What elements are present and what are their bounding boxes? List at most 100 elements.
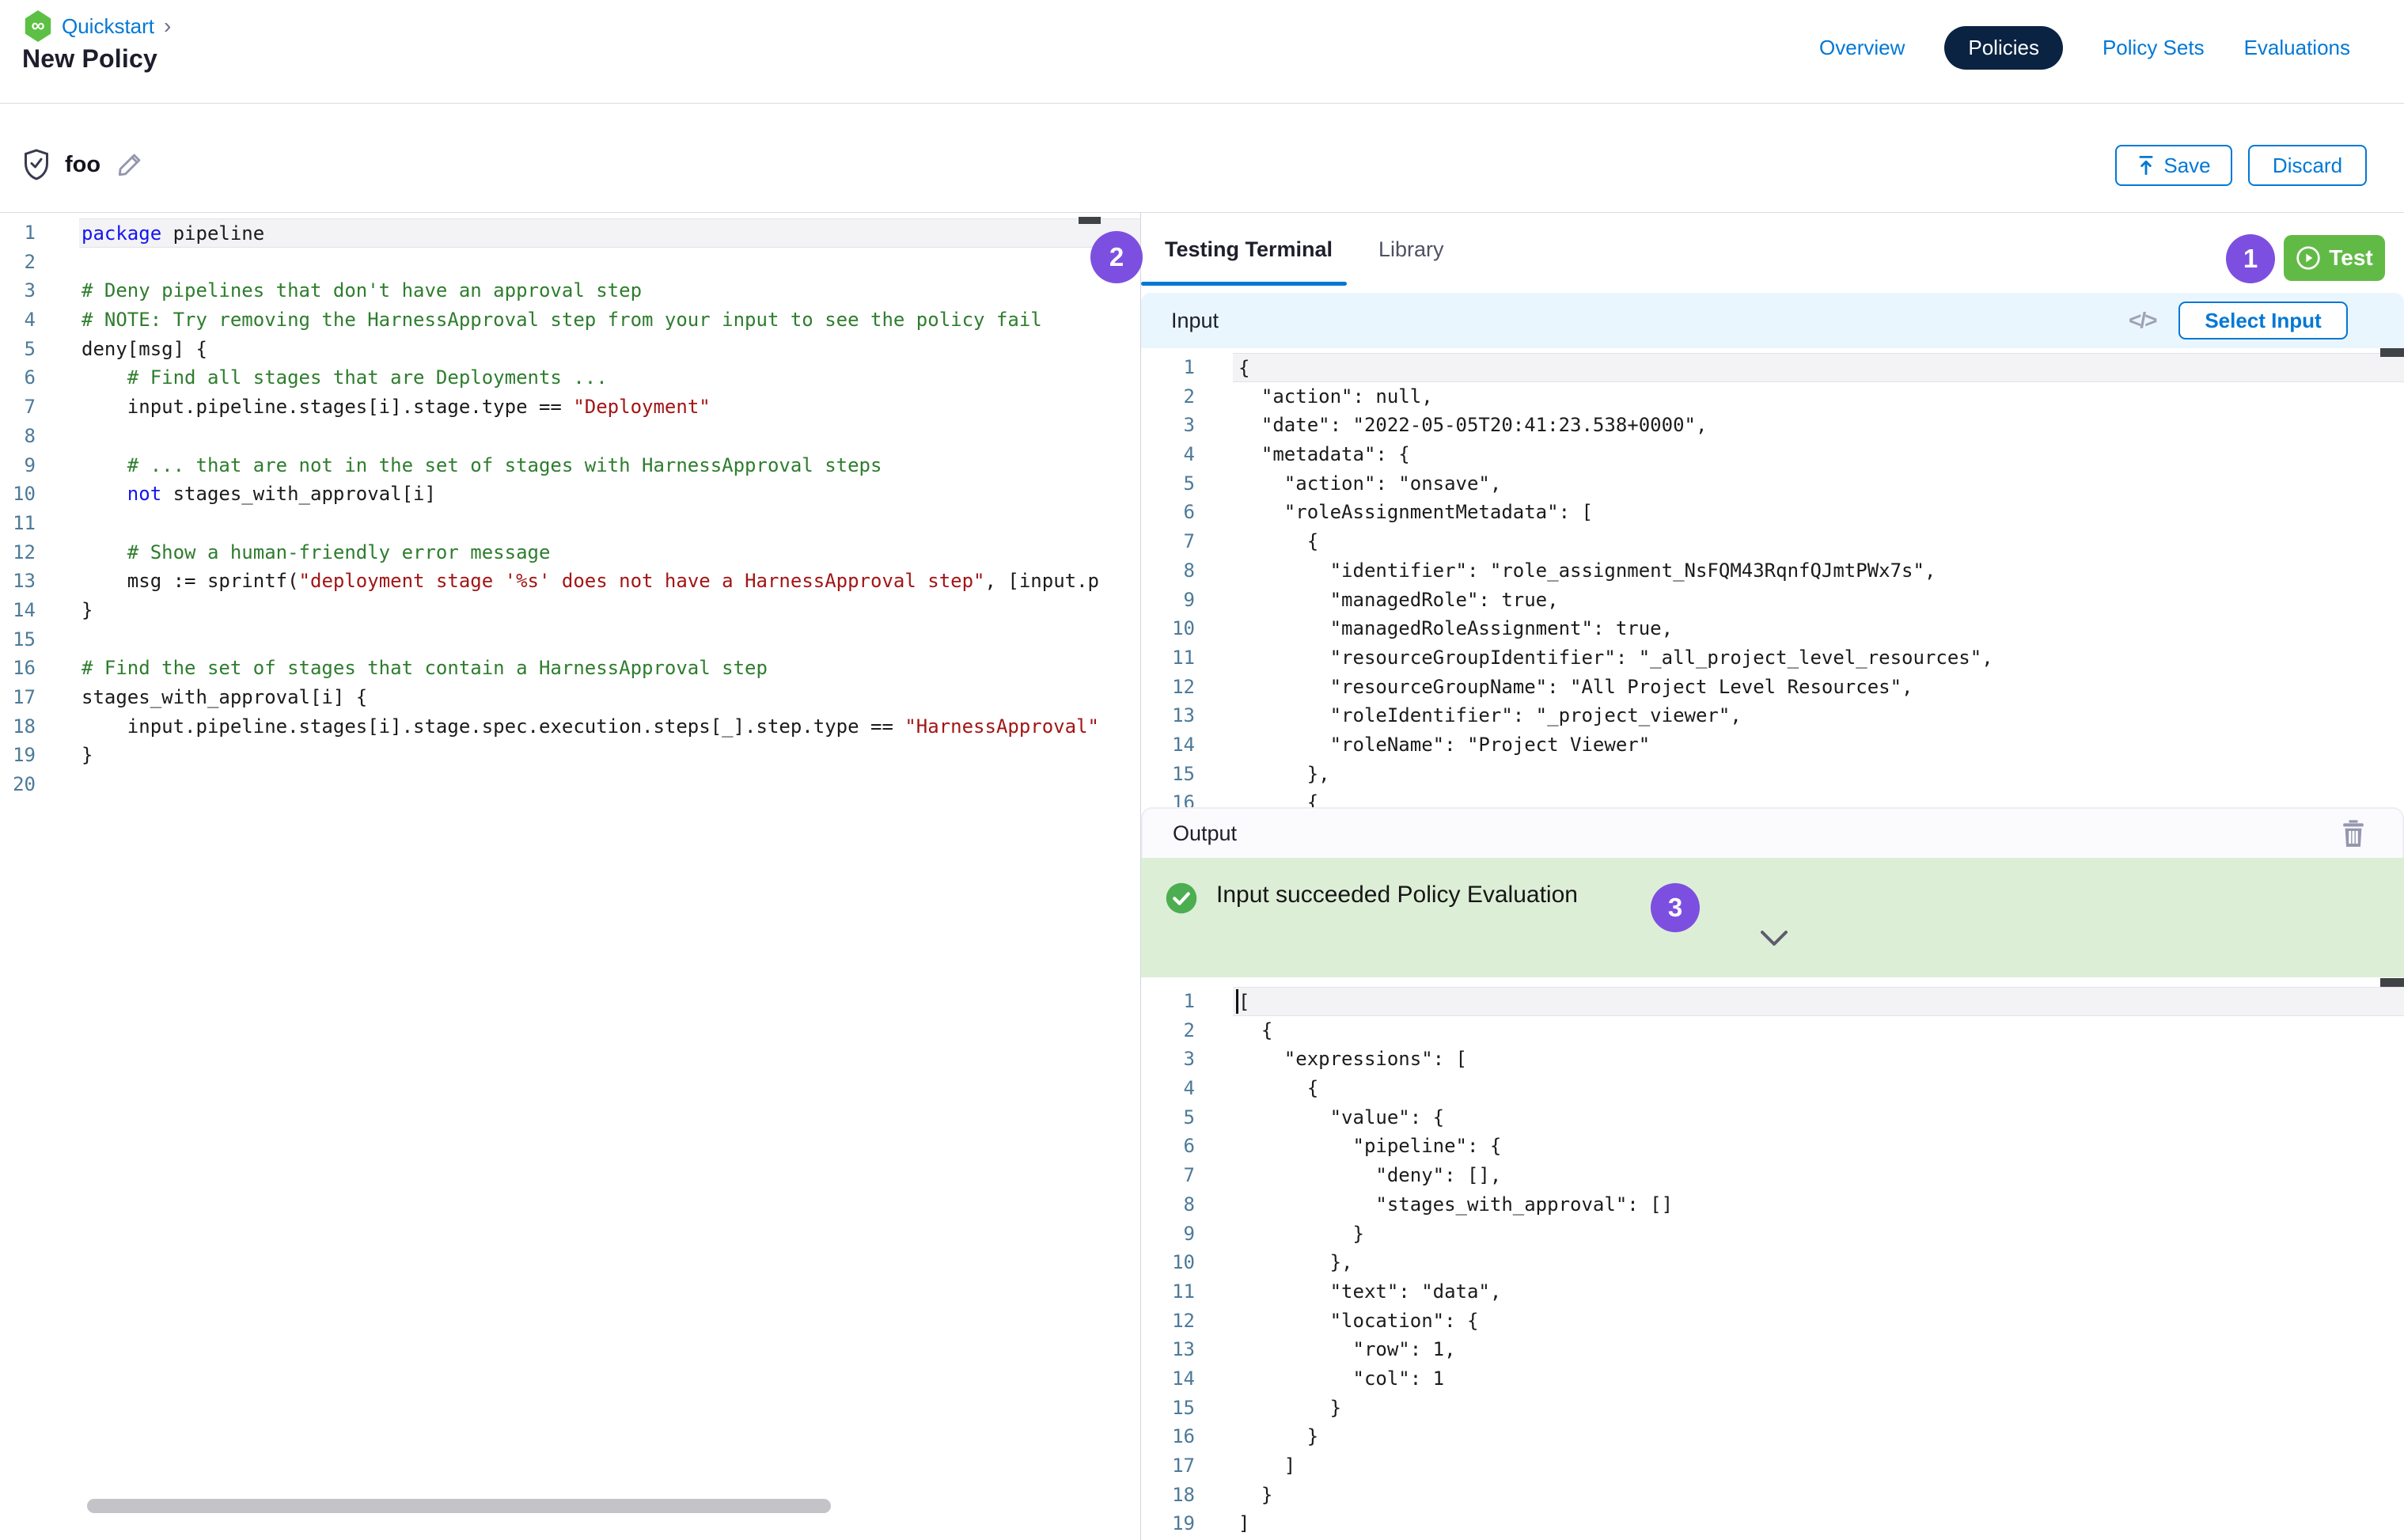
- code-line[interactable]: 18 }: [1141, 1481, 2404, 1510]
- code-line-content: {: [1233, 1016, 2404, 1045]
- code-line[interactable]: 11: [0, 509, 1140, 538]
- code-line-content: # Find the set of stages that contain a …: [79, 654, 1140, 683]
- code-line[interactable]: 7 {: [1141, 527, 2404, 556]
- policy-editor-horizontal-scrollbar[interactable]: [87, 1499, 831, 1513]
- code-line[interactable]: 16 {: [1141, 788, 2404, 807]
- code-line[interactable]: 3 "date": "2022-05-05T20:41:23.538+0000"…: [1141, 411, 2404, 440]
- success-banner: Input succeeded Policy Evaluation: [1141, 858, 2404, 977]
- discard-button[interactable]: Discard: [2248, 145, 2367, 186]
- tab-library[interactable]: Library: [1378, 237, 1444, 262]
- breadcrumb: ∞ Quickstart ›: [24, 9, 171, 43]
- code-line[interactable]: 8 "stages_with_approval": []: [1141, 1190, 2404, 1219]
- code-line[interactable]: 8: [0, 422, 1140, 451]
- chevron-down-icon[interactable]: [1757, 929, 1791, 948]
- save-button[interactable]: Save: [2115, 145, 2232, 186]
- trash-icon[interactable]: [2341, 820, 2366, 848]
- nav-item-evaluations[interactable]: Evaluations: [2244, 36, 2350, 60]
- code-line[interactable]: 2: [0, 248, 1140, 277]
- code-line-content: "action": null,: [1233, 382, 2404, 412]
- line-number: 1: [0, 218, 47, 248]
- code-line[interactable]: 14 "roleName": "Project Viewer": [1141, 730, 2404, 760]
- code-line[interactable]: 5 "value": {: [1141, 1103, 2404, 1132]
- code-toggle-icon[interactable]: </>: [2129, 308, 2156, 333]
- code-line[interactable]: 10 not stages_with_approval[i]: [0, 480, 1140, 509]
- output-editor-scrollbar-thumb[interactable]: [2380, 978, 2404, 987]
- code-line[interactable]: 13 "roleIdentifier": "_project_viewer",: [1141, 701, 2404, 730]
- code-line[interactable]: 15 }: [1141, 1394, 2404, 1423]
- harness-logo-icon: ∞: [24, 10, 52, 42]
- code-line[interactable]: 11 "text": "data",: [1141, 1277, 2404, 1307]
- code-line-content: input.pipeline.stages[i].stage.type == "…: [79, 393, 1140, 422]
- code-line-content: "deny": [],: [1233, 1161, 2404, 1190]
- code-line[interactable]: 14 "col": 1: [1141, 1364, 2404, 1394]
- code-line-content: ]: [1233, 1451, 2404, 1481]
- code-line-content: "pipeline": {: [1233, 1132, 2404, 1161]
- code-editor-output[interactable]: 1[2 {3 "expressions": [4 {5 "value": {6 …: [1141, 977, 2404, 1540]
- nav-item-policy-sets[interactable]: Policy Sets: [2103, 36, 2205, 60]
- code-line[interactable]: 4 {: [1141, 1074, 2404, 1103]
- code-line[interactable]: 6 # Find all stages that are Deployments…: [0, 363, 1140, 393]
- code-line[interactable]: 18 input.pipeline.stages[i].stage.spec.e…: [0, 712, 1140, 742]
- code-line-content: # NOTE: Try removing the HarnessApproval…: [79, 305, 1140, 335]
- tab-testing-terminal[interactable]: Testing Terminal: [1165, 237, 1333, 262]
- code-line-content: "date": "2022-05-05T20:41:23.538+0000",: [1233, 411, 2404, 440]
- code-line[interactable]: 5deny[msg] {: [0, 335, 1140, 364]
- code-line[interactable]: 15: [0, 625, 1140, 654]
- code-line[interactable]: 1{: [1141, 353, 2404, 382]
- code-line[interactable]: 13 msg := sprintf("deployment stage '%s'…: [0, 567, 1140, 596]
- code-line[interactable]: 1package pipeline: [0, 218, 1140, 248]
- code-editor-input[interactable]: 1{2 "action": null,3 "date": "2022-05-05…: [1141, 348, 2404, 807]
- code-line[interactable]: 3# Deny pipelines that don't have an app…: [0, 276, 1140, 305]
- code-line[interactable]: 20: [0, 770, 1140, 799]
- code-line[interactable]: 14}: [0, 596, 1140, 625]
- code-line[interactable]: 7 "deny": [],: [1141, 1161, 2404, 1190]
- code-line[interactable]: 6 "pipeline": {: [1141, 1132, 2404, 1161]
- code-line[interactable]: 4 "metadata": {: [1141, 440, 2404, 469]
- code-line[interactable]: 4# NOTE: Try removing the HarnessApprova…: [0, 305, 1140, 335]
- line-number: 8: [1141, 556, 1198, 586]
- code-line[interactable]: 11 "resourceGroupIdentifier": "_all_proj…: [1141, 643, 2404, 673]
- line-number: 18: [0, 712, 47, 742]
- line-number: 12: [1141, 673, 1198, 702]
- code-line-content: "stages_with_approval": []: [1233, 1190, 2404, 1219]
- code-line[interactable]: 15 },: [1141, 760, 2404, 789]
- code-line[interactable]: 17 ]: [1141, 1451, 2404, 1481]
- code-line[interactable]: 3 "expressions": [: [1141, 1045, 2404, 1074]
- code-line[interactable]: 12 "resourceGroupName": "All Project Lev…: [1141, 673, 2404, 702]
- code-line[interactable]: 19}: [0, 741, 1140, 770]
- nav-item-policies-active[interactable]: Policies: [1944, 26, 2063, 70]
- select-input-button[interactable]: Select Input: [2178, 302, 2348, 339]
- line-number: 1: [1141, 353, 1198, 382]
- edit-pencil-icon[interactable]: [115, 150, 145, 180]
- code-line[interactable]: 9 "managedRole": true,: [1141, 586, 2404, 615]
- policy-editor-scrollbar-thumb[interactable]: [1079, 217, 1101, 224]
- line-number: 16: [1141, 788, 1198, 807]
- code-editor-policy[interactable]: 1package pipeline23# Deny pipelines that…: [0, 214, 1140, 1496]
- nav-item-overview[interactable]: Overview: [1819, 36, 1905, 60]
- code-line[interactable]: 16 }: [1141, 1422, 2404, 1451]
- code-line[interactable]: 10 },: [1141, 1248, 2404, 1277]
- code-line[interactable]: 2 {: [1141, 1016, 2404, 1045]
- line-number: 15: [0, 625, 47, 654]
- code-line[interactable]: 17stages_with_approval[i] {: [0, 683, 1140, 712]
- code-line[interactable]: 19]: [1141, 1509, 2404, 1538]
- code-line[interactable]: 9 }: [1141, 1219, 2404, 1249]
- test-button[interactable]: Test: [2284, 235, 2385, 281]
- code-line[interactable]: 8 "identifier": "role_assignment_NsFQM43…: [1141, 556, 2404, 586]
- code-line[interactable]: 13 "row": 1,: [1141, 1335, 2404, 1364]
- line-number: 18: [1141, 1481, 1198, 1510]
- code-line[interactable]: 2 "action": null,: [1141, 382, 2404, 412]
- code-line[interactable]: 5 "action": "onsave",: [1141, 469, 2404, 499]
- output-section-title: Output: [1173, 821, 1237, 846]
- code-line[interactable]: 1[: [1141, 987, 2404, 1016]
- code-line[interactable]: 12 "location": {: [1141, 1307, 2404, 1336]
- code-line[interactable]: 9 # ... that are not in the set of stage…: [0, 451, 1140, 480]
- code-line[interactable]: 6 "roleAssignmentMetadata": [: [1141, 498, 2404, 527]
- code-line[interactable]: 12 # Show a human-friendly error message: [0, 538, 1140, 567]
- code-line[interactable]: 16# Find the set of stages that contain …: [0, 654, 1140, 683]
- input-editor-scrollbar-thumb[interactable]: [2380, 348, 2404, 357]
- line-number: 3: [0, 276, 47, 305]
- code-line[interactable]: 10 "managedRoleAssignment": true,: [1141, 614, 2404, 643]
- code-line[interactable]: 7 input.pipeline.stages[i].stage.type ==…: [0, 393, 1140, 422]
- breadcrumb-link-quickstart[interactable]: Quickstart: [62, 14, 154, 39]
